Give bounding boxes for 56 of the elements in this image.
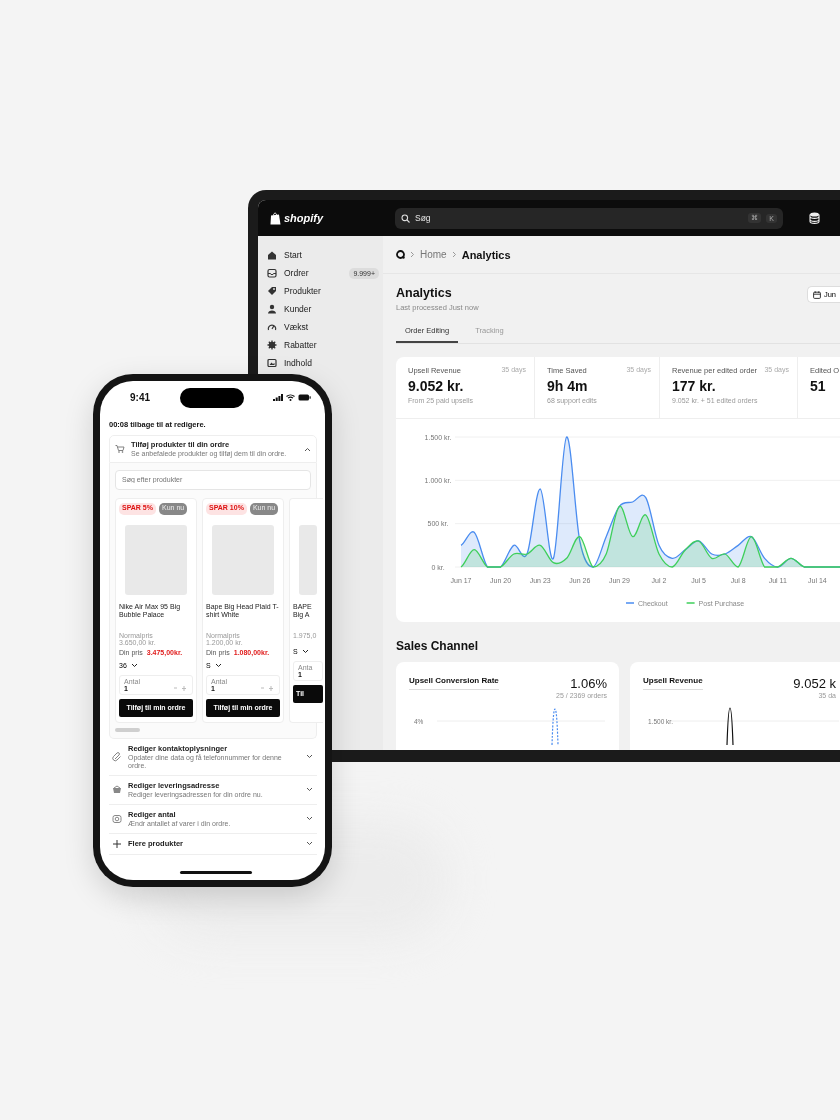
card-title: Upsell Revenue	[643, 676, 703, 690]
chevron-down-icon	[301, 648, 309, 654]
camera-notch	[180, 388, 244, 408]
sidebar-item[interactable]: Produkter	[267, 282, 379, 300]
metric-value: 9h 4m	[547, 378, 589, 394]
chevron-down-icon	[214, 662, 222, 668]
metric-value: 9.052 kr.	[408, 378, 465, 394]
wifi-icon	[286, 394, 295, 401]
nav-icon	[267, 358, 277, 368]
spike-line	[551, 708, 559, 745]
store-icon[interactable]	[396, 250, 405, 259]
nav-icon	[267, 286, 277, 296]
metric-value: 51	[810, 378, 827, 394]
chevron-right-icon	[410, 251, 415, 258]
section-icon	[112, 813, 122, 824]
page-title: Analytics	[396, 286, 453, 300]
chevron-right-icon	[451, 251, 457, 258]
sidebar-item[interactable]: Vækst	[267, 318, 379, 336]
search-icon	[401, 213, 410, 223]
chevron-up-icon[interactable]	[304, 446, 311, 452]
chevron-down-icon[interactable]	[306, 816, 313, 822]
status-time: 9:41	[130, 392, 150, 403]
metric-value: 177 kr.	[672, 378, 717, 394]
home-indicator	[180, 871, 252, 874]
spike-line	[726, 707, 734, 745]
section-title: Sales Channel	[396, 639, 480, 653]
nav-icon	[267, 250, 277, 260]
breadcrumb-item[interactable]: Home	[420, 249, 447, 260]
nav-icon	[267, 340, 277, 350]
card-title: Upsell Conversion Rate	[409, 676, 499, 690]
chevron-down-icon	[130, 662, 138, 668]
breadcrumb-item: Analytics	[461, 248, 511, 261]
nav-icon	[267, 322, 277, 332]
logo-text: shopify	[284, 212, 324, 224]
card-value: 1.06%	[570, 676, 607, 691]
sidebar-item[interactable]: Start	[267, 246, 379, 264]
nav-icon	[267, 268, 277, 278]
card-value: 9.052 k	[793, 676, 836, 691]
sidebar-item[interactable]: Kunder	[267, 300, 379, 318]
sidebar-item[interactable]: Rabatter	[267, 336, 379, 354]
scrollbar-thumb	[115, 727, 140, 732]
battery-icon	[298, 394, 311, 401]
chevron-down-icon[interactable]	[306, 841, 313, 847]
section-icon	[112, 838, 122, 849]
database-icon[interactable]	[809, 212, 820, 224]
chevron-down-icon[interactable]	[306, 787, 313, 793]
signal-icon	[273, 394, 283, 401]
section-icon	[112, 751, 122, 762]
sidebar-item[interactable]: Indhold	[267, 354, 379, 372]
section-icon	[115, 444, 125, 454]
nav-icon	[267, 304, 277, 314]
shopping-bag-icon	[270, 211, 281, 225]
section-icon	[112, 784, 122, 795]
chevron-down-icon[interactable]	[306, 754, 313, 760]
search-text: Søg	[415, 213, 432, 223]
calendar-icon	[812, 290, 821, 299]
